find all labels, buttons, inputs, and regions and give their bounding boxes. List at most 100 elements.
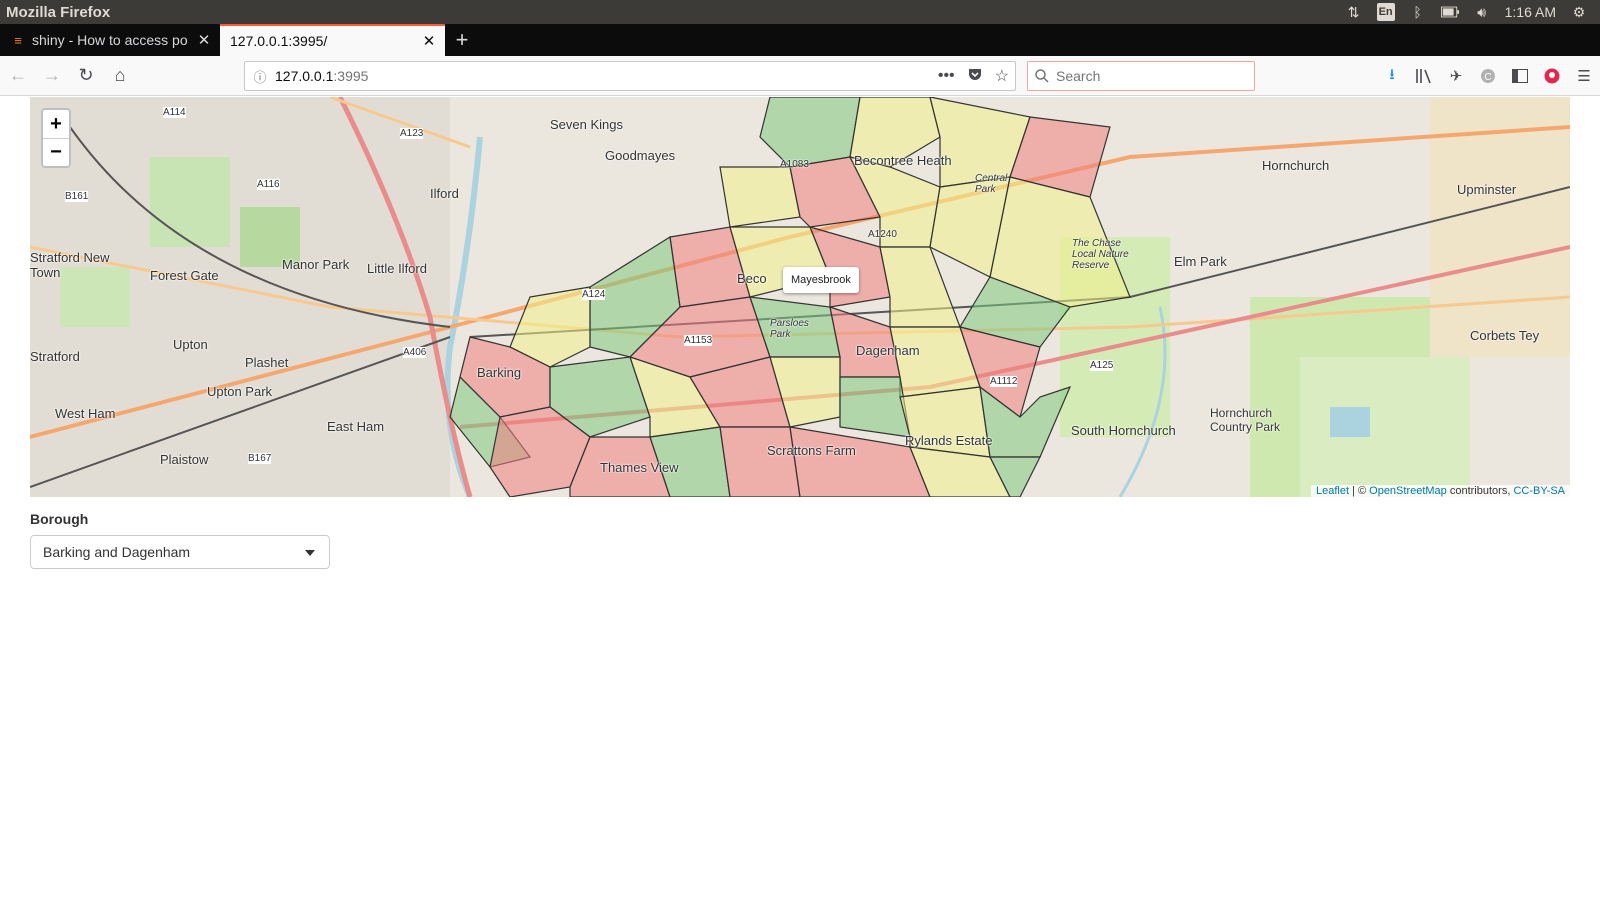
zoom-control: + − (41, 108, 71, 168)
os-tray: ⇅ En ᛒ 🔊︎ 1:16 AM ⚙ (1345, 0, 1600, 24)
map-place-label: Parsloes Park (770, 318, 809, 340)
tab-label: 127.0.0.1:3995/ (230, 33, 328, 49)
map-place-label: Goodmayes (605, 148, 676, 163)
map-road-label: A125 (1090, 360, 1114, 371)
tab-label: shiny - How to access po (32, 32, 188, 48)
os-top-bar: Mozilla Firefox ⇅ En ᛒ 🔊︎ 1:16 AM ⚙ (0, 0, 1600, 24)
map-place-label: Upminster (1457, 182, 1517, 197)
ward-tooltip: Mayesbrook (783, 267, 859, 293)
map-place-label: Upton Park (207, 384, 273, 399)
map-road-label: A1240 (868, 229, 897, 240)
navigation-toolbar: ← → ↻ ⌂ ⓘ 127.0.0.1:3995 ••• ☆ ⭳ ✈ C (0, 56, 1600, 96)
borough-select[interactable]: Barking and Dagenham (30, 535, 330, 569)
bookmark-star-icon[interactable]: ☆ (995, 66, 1009, 86)
map-place-label: Dagenham (856, 343, 920, 358)
map-road-label: A114 (163, 107, 186, 118)
info-icon[interactable]: ⓘ (245, 67, 275, 86)
map-road-label: A1083 (780, 159, 809, 170)
map-place-label: Upton (173, 337, 208, 352)
menu-hamburger-icon[interactable]: ☰ (1574, 66, 1594, 86)
map-road-label: B167 (248, 453, 272, 464)
borough-selected-value: Barking and Dagenham (43, 544, 191, 560)
close-icon[interactable]: ✕ (196, 32, 212, 49)
map-place-label: Rylands Estate (905, 433, 993, 448)
stackoverflow-favicon-icon: ≡ (14, 32, 22, 48)
map-road-label: A1153 (684, 335, 713, 346)
pocket-icon[interactable] (967, 66, 983, 87)
os-clock[interactable]: 1:16 AM (1505, 4, 1556, 20)
map-place-label: Central Park (975, 173, 1008, 195)
map-road-label: A124 (582, 289, 606, 300)
zoom-in-button[interactable]: + (43, 110, 69, 138)
chevron-down-icon (305, 550, 315, 556)
map-road-label: A1112 (990, 376, 1018, 387)
extension-c-icon[interactable]: C (1478, 66, 1498, 86)
map-place-label: Manor Park (282, 257, 350, 272)
map-place-label: West Ham (55, 406, 116, 421)
download-icon[interactable]: ⭳ (1382, 66, 1402, 86)
map-place-label: Thames View (600, 460, 679, 475)
map-place-label: The Chase Local Nature Reserve (1072, 238, 1129, 271)
battery-icon[interactable] (1440, 3, 1459, 21)
borough-label: Borough (30, 511, 89, 527)
map-attribution: Leaflet | © OpenStreetMap contributors, … (1310, 485, 1570, 497)
url-bar[interactable]: ⓘ 127.0.0.1:3995 ••• ☆ (244, 61, 1016, 91)
map-place-label: Little Ilford (367, 261, 427, 276)
map-place-label: Beco (737, 271, 767, 286)
library-icon[interactable] (1414, 66, 1434, 86)
close-icon[interactable]: ✕ (421, 33, 437, 50)
search-bar[interactable] (1027, 61, 1255, 91)
new-tab-button[interactable]: + (445, 24, 479, 56)
map-road-label: A406 (403, 347, 427, 358)
map-place-label: Plaistow (160, 452, 209, 467)
map-place-label: Forest Gate (150, 268, 219, 283)
attribution-separator: | © (1349, 485, 1370, 497)
license-link[interactable]: CC-BY-SA (1513, 485, 1565, 497)
search-icon (1028, 69, 1056, 83)
tab-strip: ≡ shiny - How to access po ✕ 127.0.0.1:3… (0, 24, 1600, 56)
url-host: 127.0.0.1 (275, 68, 334, 84)
tab-shiny-question[interactable]: ≡ shiny - How to access po ✕ (0, 24, 220, 56)
back-button[interactable]: ← (2, 61, 34, 91)
network-icon[interactable]: ⇅ (1345, 3, 1363, 21)
tab-localhost[interactable]: 127.0.0.1:3995/ ✕ (220, 24, 445, 56)
map-place-label: Scrattons Farm (767, 443, 856, 458)
map-place-label: Corbets Tey (1470, 328, 1540, 343)
attribution-contributors: contributors, (1446, 485, 1514, 497)
gear-icon[interactable]: ⚙ (1570, 3, 1588, 21)
toolbar-right: ⭳ ✈ C ☰ (1382, 61, 1594, 91)
map-place-label: Seven Kings (550, 117, 623, 132)
forward-button[interactable]: → (36, 61, 68, 91)
map-place-label: Stratford New Town (30, 250, 110, 280)
url-actions: ••• ☆ (938, 62, 1009, 90)
map-place-label: East Ham (327, 419, 385, 434)
map-place-label: South Hornchurch (1071, 423, 1176, 438)
url-port: :3995 (333, 68, 369, 84)
map-road-label: A116 (257, 179, 280, 190)
map-place-label: Hornchurch (1262, 158, 1330, 173)
os-app-title: Mozilla Firefox (6, 3, 111, 21)
svg-text:C: C (1484, 72, 1491, 83)
zoom-out-button[interactable]: − (43, 138, 69, 166)
sidebar-icon[interactable] (1510, 66, 1530, 86)
bluetooth-icon[interactable]: ᛒ (1409, 3, 1427, 21)
adblock-icon[interactable] (1542, 66, 1562, 86)
search-input[interactable] (1056, 68, 1246, 84)
reload-button[interactable]: ↻ (70, 61, 102, 91)
extension-icon[interactable]: ✈ (1446, 66, 1466, 86)
page-actions-icon[interactable]: ••• (938, 67, 955, 85)
map-place-label: Stratford (30, 349, 80, 364)
openstreetmap-link[interactable]: OpenStreetMap (1369, 485, 1447, 497)
map-place-label: Becontree Heath (854, 153, 952, 168)
map-road-label: B161 (65, 191, 89, 202)
map-road-label: A123 (400, 128, 424, 139)
leaflet-link[interactable]: Leaflet (1316, 485, 1349, 497)
leaflet-map[interactable]: Seven Kings Goodmayes Ilford Becontree H… (30, 97, 1570, 497)
home-button[interactable]: ⌂ (104, 61, 136, 91)
volume-icon[interactable]: 🔊︎ (1473, 3, 1491, 21)
keyboard-layout-indicator[interactable]: En (1376, 3, 1395, 21)
map-place-label: Ilford (430, 186, 459, 201)
map-place-label: Hornchurch Country Park (1210, 406, 1281, 434)
map-place-label: Barking (477, 365, 522, 380)
map-tiles (30, 97, 1570, 497)
